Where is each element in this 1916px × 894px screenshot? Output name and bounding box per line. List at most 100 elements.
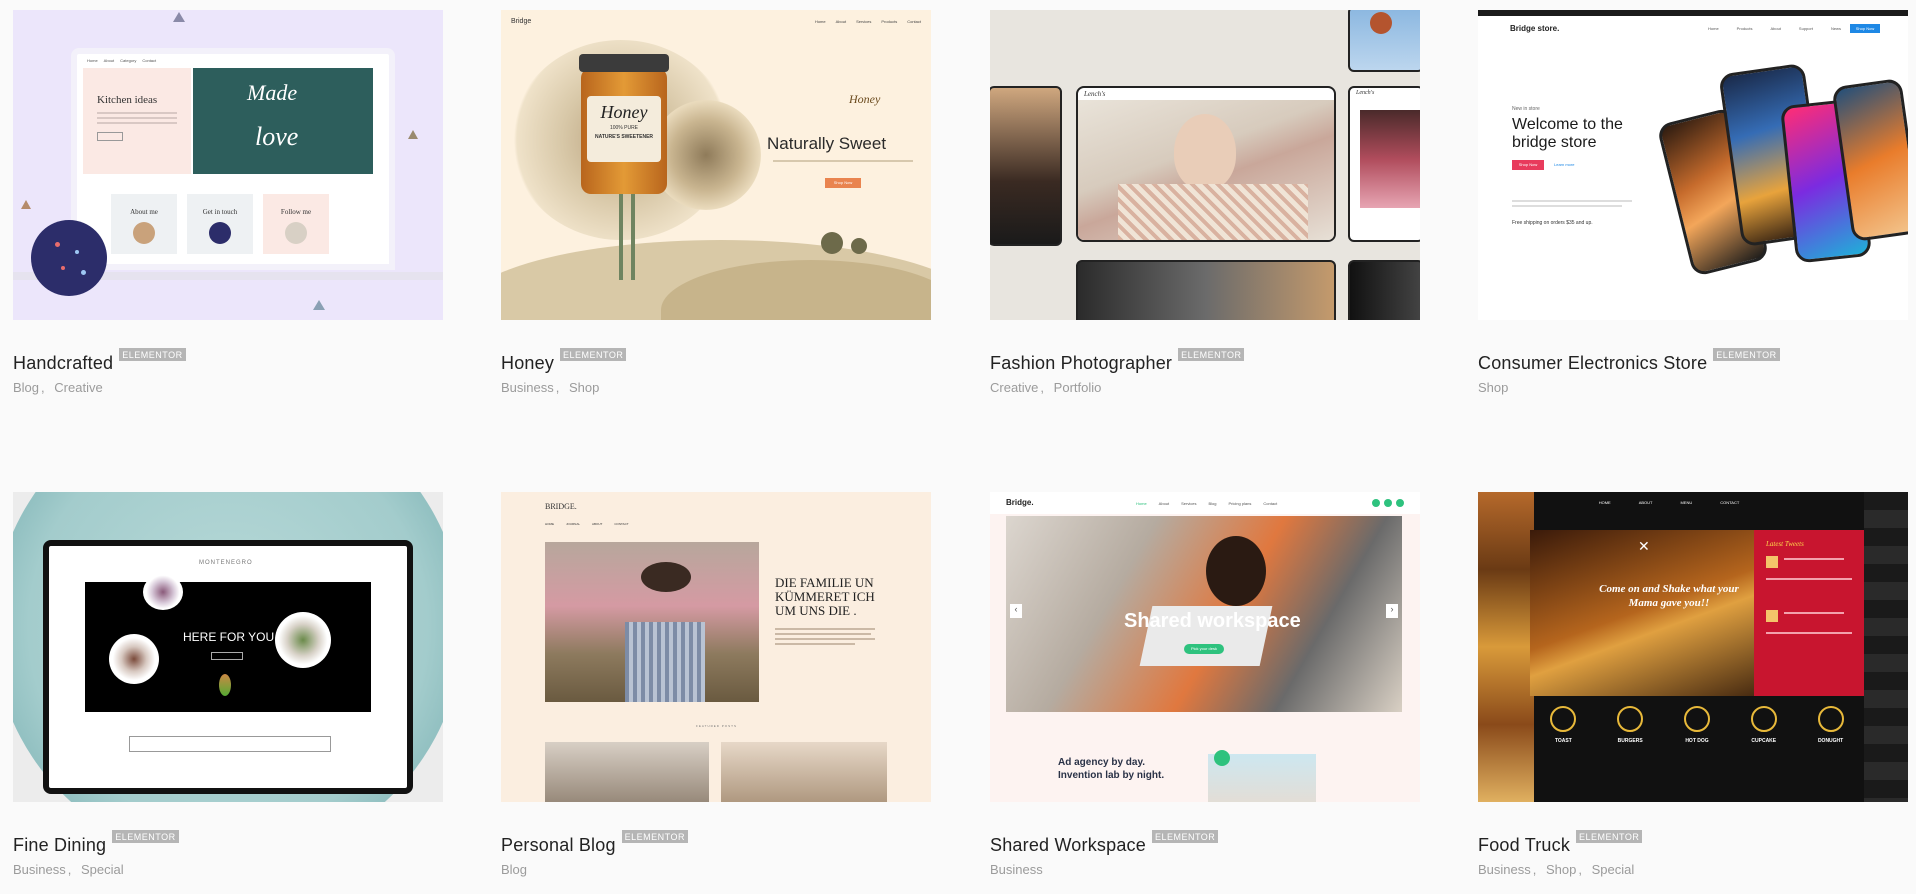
preview-shop-button: Shop Now [1512, 160, 1544, 170]
template-title[interactable]: Honey [501, 353, 554, 374]
preview-nav-cta: Shop Now [1850, 24, 1880, 33]
jar-label-sub: 100% PURE [609, 125, 639, 131]
elementor-badge: ELEMENTOR [112, 829, 179, 843]
preview-nav-item: ABOUT [1638, 500, 1653, 505]
template-preview-food-truck[interactable]: HOME ABOUT MENU CONTACT ✕ Come on and Sh… [1478, 492, 1908, 802]
template-card-shared-workspace[interactable]: Bridge. Home About Services Blog Pricing… [990, 492, 1420, 877]
preview-nav-item: About [835, 19, 847, 24]
food-menu-item: HOT DOG [1683, 706, 1710, 786]
jar-label-text: Honey [600, 102, 648, 122]
workspace-hero-photo: ‹ › Shared workspace Pick your desk [1006, 516, 1402, 712]
template-preview-fine-dining[interactable]: MONTENEGRO HERE FOR YOU [13, 492, 443, 802]
template-card-fine-dining[interactable]: MONTENEGRO HERE FOR YOU Fine Dining ELEM… [13, 492, 443, 877]
jar-label-tag: NATURE'S SWEETENER [594, 134, 654, 140]
photo-frame [990, 86, 1062, 246]
stem [631, 180, 635, 280]
template-preview-handcrafted[interactable]: Home About Category Contact Kitchen idea… [13, 10, 443, 320]
food-menu-label: DONUGHT [1817, 738, 1844, 744]
template-meta: Shared Workspace ELEMENTOR Business [990, 829, 1420, 877]
category-link[interactable]: Creative [54, 380, 102, 395]
burger-photo [1478, 492, 1534, 802]
template-meta: Honey ELEMENTOR Business, Shop [501, 347, 931, 395]
template-categories: Blog [501, 862, 931, 877]
blog-heading: DIE FAMILIE UN KÜMMERET ICH UM UNS DIE . [775, 576, 875, 618]
category-link[interactable]: Business [13, 862, 66, 877]
category-link[interactable]: Shop [1546, 862, 1576, 877]
template-title[interactable]: Shared Workspace [990, 835, 1146, 856]
template-categories: Shop [1478, 380, 1908, 395]
preview-box: About me [111, 194, 177, 254]
social-icon [1396, 499, 1404, 507]
blog-hero-photo [545, 542, 759, 702]
burger-icon [1617, 706, 1644, 732]
template-meta: Fine Dining ELEMENTOR Business, Special [13, 829, 443, 877]
category-link[interactable]: Blog [13, 380, 39, 395]
template-card-handcrafted[interactable]: Home About Category Contact Kitchen idea… [13, 10, 443, 395]
category-link[interactable]: Business [1478, 862, 1531, 877]
tree-illustration [821, 232, 843, 254]
blog-heading-line: KÜMMERET ICH [775, 589, 875, 604]
template-preview-personal-blog[interactable]: BRIDGE. HOME JOURNAL ABOUT CONTACT DIE F… [501, 492, 931, 802]
preview-text-line [1512, 205, 1622, 207]
preview-nav: HOME JOURNAL ABOUT CONTACT [545, 522, 629, 526]
preview-topbar [1478, 10, 1908, 16]
category-link[interactable]: Shop [1478, 380, 1508, 395]
preview-script-text: love [255, 122, 299, 151]
template-card-honey[interactable]: Bridge Home About Services Products Cont… [501, 10, 931, 395]
elementor-badge: ELEMENTOR [1713, 347, 1780, 361]
post-thumbnail [721, 742, 887, 802]
template-card-electronics[interactable]: Bridge store. Home Products About Suppor… [1478, 10, 1908, 395]
preview-headline-line: Welcome to the [1512, 116, 1623, 133]
template-preview-honey[interactable]: Bridge Home About Services Products Cont… [501, 10, 931, 320]
template-preview-fashion[interactable]: Lench's Lench's [990, 10, 1420, 320]
template-categories: Business, Special [13, 862, 124, 877]
preview-box-label: Get in touch [202, 208, 238, 216]
category-link[interactable]: Creative [990, 380, 1038, 395]
category-link[interactable]: Special [1592, 862, 1635, 877]
honey-jar: Honey 100% PURE NATURE'S SWEETENER [579, 54, 669, 194]
template-title[interactable]: Personal Blog [501, 835, 616, 856]
template-preview-shared-workspace[interactable]: Bridge. Home About Services Blog Pricing… [990, 492, 1420, 802]
category-link[interactable]: Blog [501, 862, 527, 877]
food-menu-item: BURGERS [1617, 706, 1644, 786]
category-link[interactable]: Special [81, 862, 124, 877]
preview-nav-item: MENU [1680, 500, 1693, 505]
preview-text-line [775, 643, 855, 645]
preview-footer-row [129, 736, 331, 752]
category-link[interactable]: Portfolio [1054, 380, 1102, 395]
template-preview-electronics[interactable]: Bridge store. Home Products About Suppor… [1478, 10, 1908, 320]
food-menu-row: TOAST BURGERS HOT DOG CUPCAKE DONUGHT [1530, 706, 1864, 786]
template-categories: Business, Shop, Special [1478, 862, 1635, 877]
preview-nav-item: Products [1736, 26, 1753, 31]
preview-nav-item: About [1158, 501, 1170, 506]
blog-heading-line: UM UNS DIE . [775, 603, 857, 618]
template-title[interactable]: Handcrafted [13, 353, 113, 374]
preview-nav-item: Services [856, 19, 872, 24]
elementor-badge: ELEMENTOR [1576, 829, 1643, 843]
template-title[interactable]: Consumer Electronics Store [1478, 353, 1707, 374]
laptop-mockup: Home About Category Contact Kitchen idea… [71, 48, 395, 270]
preview-nav: Home Products About Support News [1708, 26, 1841, 31]
category-link[interactable]: Business [501, 380, 554, 395]
preview-nav-item: About [1770, 26, 1781, 31]
preview-nav-item: About [103, 58, 115, 63]
category-link[interactable]: Business [990, 862, 1043, 877]
template-title[interactable]: Fine Dining [13, 835, 106, 856]
elementor-badge: ELEMENTOR [1178, 347, 1245, 361]
preview-logo: Lench's [1084, 90, 1106, 98]
tweets-panel: Latest Tweets [1754, 530, 1864, 696]
template-card-fashion-photographer[interactable]: Lench's Lench's Fashion Photographer ELE… [990, 10, 1420, 395]
template-title[interactable]: Fashion Photographer [990, 353, 1172, 374]
social-icon [1384, 499, 1392, 507]
template-card-food-truck[interactable]: HOME ABOUT MENU CONTACT ✕ Come on and Sh… [1478, 492, 1908, 877]
category-link[interactable]: Shop [569, 380, 599, 395]
bulb-icon [1214, 750, 1230, 766]
portrait-photo [1078, 100, 1334, 240]
preview-nav: Home About Services Products Contact [815, 19, 921, 24]
template-categories: Business, Shop [501, 380, 600, 395]
template-card-personal-blog[interactable]: BRIDGE. HOME JOURNAL ABOUT CONTACT DIE F… [501, 492, 931, 877]
preview-nav-item: Products [881, 19, 898, 24]
preview-script-text: Made [247, 80, 298, 105]
confetti-shape [173, 12, 185, 22]
template-title[interactable]: Food Truck [1478, 835, 1570, 856]
